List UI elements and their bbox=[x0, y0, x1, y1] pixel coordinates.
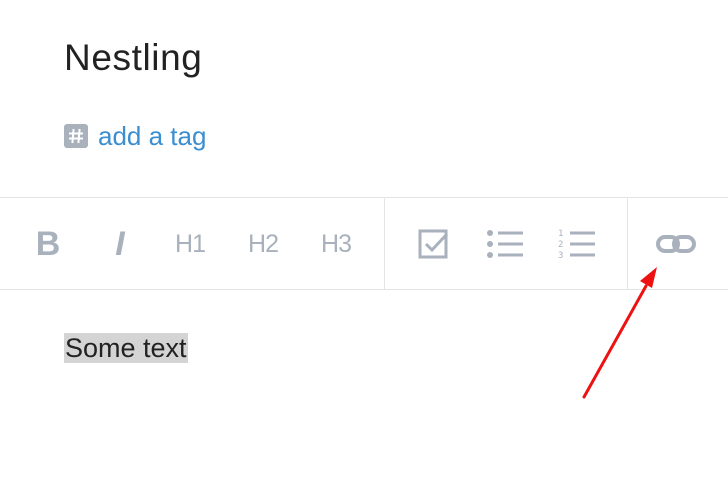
h1-icon: H1 bbox=[175, 229, 206, 258]
heading-3-button[interactable]: H3 bbox=[312, 220, 360, 268]
heading-1-button[interactable]: H1 bbox=[166, 220, 214, 268]
add-tag-button[interactable]: add a tag bbox=[64, 119, 206, 153]
toolbar-divider bbox=[384, 198, 385, 290]
add-tag-label: add a tag bbox=[98, 121, 207, 151]
numbered-list-button[interactable]: 1 2 3 bbox=[553, 220, 601, 268]
hash-icon bbox=[64, 124, 88, 148]
italic-button[interactable]: I bbox=[96, 220, 144, 268]
checklist-button[interactable] bbox=[410, 220, 458, 268]
bullet-list-icon bbox=[487, 230, 523, 258]
svg-text:1: 1 bbox=[558, 229, 563, 239]
italic-icon: I bbox=[115, 225, 125, 263]
bullet-list-button[interactable] bbox=[481, 220, 529, 268]
numbered-list-icon: 1 2 3 bbox=[558, 229, 595, 261]
checkbox-icon bbox=[418, 229, 449, 259]
formatting-toolbar: B I H1 H2 H3 1 2 3 bbox=[0, 197, 728, 290]
link-icon bbox=[656, 235, 696, 253]
note-editor: Nestling add a tag B I H1 H2 H3 1 2 3 So… bbox=[0, 0, 728, 480]
bold-icon: B bbox=[35, 225, 61, 263]
heading-2-button[interactable]: H2 bbox=[239, 220, 287, 268]
selected-text[interactable]: Some text bbox=[64, 333, 188, 363]
toolbar-divider bbox=[627, 198, 628, 290]
svg-text:3: 3 bbox=[558, 251, 563, 261]
note-title[interactable]: Nestling bbox=[64, 36, 202, 80]
bold-button[interactable]: B bbox=[24, 220, 72, 268]
editor-body[interactable]: Some text bbox=[64, 330, 188, 366]
insert-link-button[interactable] bbox=[652, 220, 700, 268]
h3-icon: H3 bbox=[321, 229, 352, 258]
h2-icon: H2 bbox=[248, 229, 279, 258]
svg-text:2: 2 bbox=[558, 240, 563, 250]
